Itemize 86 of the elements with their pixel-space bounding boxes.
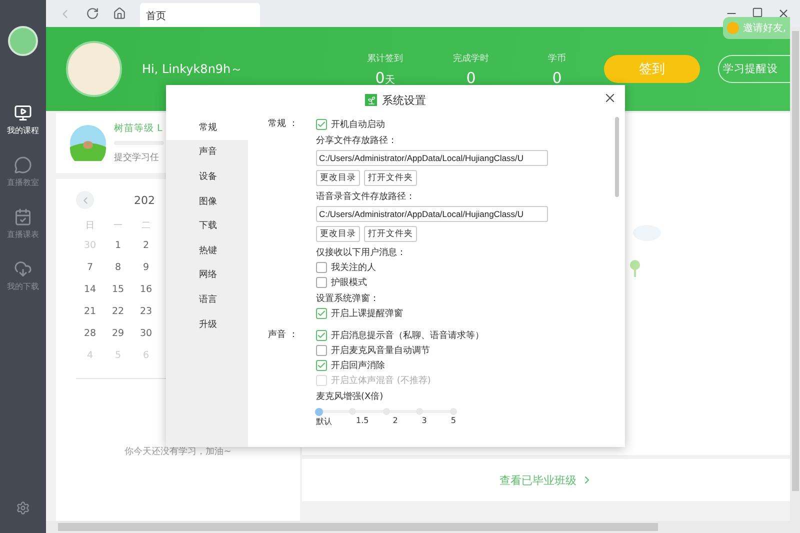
settings-nav-item[interactable]: 声音: [166, 140, 248, 164]
check-icon: [317, 309, 326, 318]
calendar-day[interactable]: 14: [76, 282, 104, 298]
slider-label: 1.5: [356, 416, 369, 427]
checkbox[interactable]: 开机自动启动: [316, 117, 615, 132]
path-field[interactable]: C:/Users/Administrator/AppData/Local/HujiangClass/U: [316, 150, 548, 166]
calendar-day[interactable]: 7: [76, 260, 104, 276]
slider-thumb[interactable]: [315, 408, 323, 416]
option-heading: 设置系统弹窗：: [316, 292, 380, 306]
close-icon[interactable]: [777, 7, 790, 20]
checkbox[interactable]: 我关注的人: [316, 260, 615, 275]
weekday-label: 二: [140, 220, 152, 232]
sidebar-item[interactable]: 我的课程: [7, 104, 39, 136]
folder-button[interactable]: 打开文件夹: [364, 170, 417, 186]
option-heading: 仅接收以下用户消息：: [316, 246, 407, 260]
level-hint: 提交学习任: [114, 152, 160, 164]
section-label: 常规 ：: [268, 118, 299, 131]
landscape-icon: [70, 125, 106, 161]
stat-label: 累计签到: [367, 52, 403, 64]
cloud-download-icon: [14, 260, 32, 278]
settings-nav-item[interactable]: 常规: [166, 115, 248, 140]
previous-month-button[interactable]: [76, 191, 94, 209]
settings-nav-item[interactable]: 设备: [166, 164, 248, 189]
calendar-day[interactable]: 21: [76, 304, 104, 320]
calendar-day[interactable]: 16: [132, 282, 160, 298]
settings-icon[interactable]: [16, 501, 30, 515]
checkbox[interactable]: 开启麦克风音量自动调节: [316, 343, 615, 358]
calendar-day[interactable]: 8: [104, 260, 132, 276]
folder-button[interactable]: 打开文件夹: [364, 226, 417, 242]
settings-nav-item[interactable]: 热键: [166, 238, 248, 263]
slider-label: 默认: [316, 416, 332, 427]
folder-button[interactable]: 更改目录: [316, 170, 360, 186]
settings-nav-item[interactable]: 语言: [166, 287, 248, 312]
calendar-day[interactable]: 22: [104, 304, 132, 320]
section-label: 声音 ：: [268, 328, 299, 342]
chat-icon: [14, 156, 32, 174]
calendar-day[interactable]: 30: [132, 326, 160, 342]
level-title: 树苗等级 L: [114, 122, 164, 135]
check-icon: [317, 331, 326, 340]
dialog-title: 系统设置: [382, 92, 426, 108]
calendar-day[interactable]: 2: [132, 238, 160, 254]
page-tab[interactable]: 首页: [140, 3, 260, 27]
empty-message: 你今天还没有学习，加油~: [124, 446, 232, 458]
calendar-day[interactable]: 9: [132, 260, 160, 276]
settings-nav-item[interactable]: 升级: [166, 312, 248, 336]
sprout-icon: [365, 94, 377, 106]
video-icon: [14, 104, 32, 122]
horizontal-scrollbar[interactable]: [46, 521, 800, 533]
field-label: 语音录音文件存放路径：: [316, 190, 416, 204]
settings-nav-item[interactable]: 图像: [166, 188, 248, 214]
stat-label: 完成学时: [453, 52, 489, 64]
stat-value: 0: [466, 68, 476, 86]
vertical-scrollbar[interactable]: [790, 27, 800, 521]
greeting: Hi, Linkyk8n9h～: [142, 60, 244, 78]
stat-value: 0天: [375, 68, 395, 86]
settings-nav-item[interactable]: 网络: [166, 262, 248, 288]
stat-value: 0: [552, 68, 562, 86]
settings-nav-item[interactable]: 下载: [166, 213, 248, 238]
weekday-label: 日: [84, 220, 96, 232]
close-button[interactable]: [603, 91, 617, 105]
field-label: 分享文件存放路径：: [316, 134, 398, 148]
check-icon: [317, 120, 326, 129]
check-icon: [317, 361, 326, 370]
calendar-icon: [14, 208, 32, 226]
refresh-icon[interactable]: [86, 7, 99, 20]
checkbox[interactable]: 开启消息提示音（私聊、语音请求等）: [316, 328, 615, 343]
checkbox[interactable]: 开启回声消除: [316, 358, 615, 373]
slider-label: 2: [392, 416, 398, 427]
calendar-day[interactable]: 29: [104, 326, 132, 342]
slider-label: 3: [422, 416, 427, 427]
calendar-day[interactable]: 1: [104, 238, 132, 254]
checkbox[interactable]: 护眼模式: [316, 275, 615, 290]
calendar-day[interactable]: 28: [76, 326, 104, 342]
folder-button[interactable]: 更改目录: [316, 226, 360, 242]
coin-icon: [726, 22, 739, 34]
stat-label: 学币: [548, 52, 566, 64]
checkbox[interactable]: 开启上课提醒弹窗: [316, 306, 615, 321]
option-heading: 麦克风增强(X倍): [316, 390, 384, 404]
calendar-day[interactable]: 15: [104, 282, 132, 298]
avatar[interactable]: [8, 26, 38, 56]
path-field[interactable]: C:/Users/Administrator/AppData/Local/HujiangClass/U: [316, 206, 548, 222]
calendar-year: 202: [134, 194, 155, 206]
home-icon[interactable]: [113, 7, 126, 20]
calendar-day[interactable]: 23: [132, 304, 160, 320]
slider-label: 5: [450, 416, 456, 427]
maximize-icon[interactable]: [752, 7, 763, 18]
